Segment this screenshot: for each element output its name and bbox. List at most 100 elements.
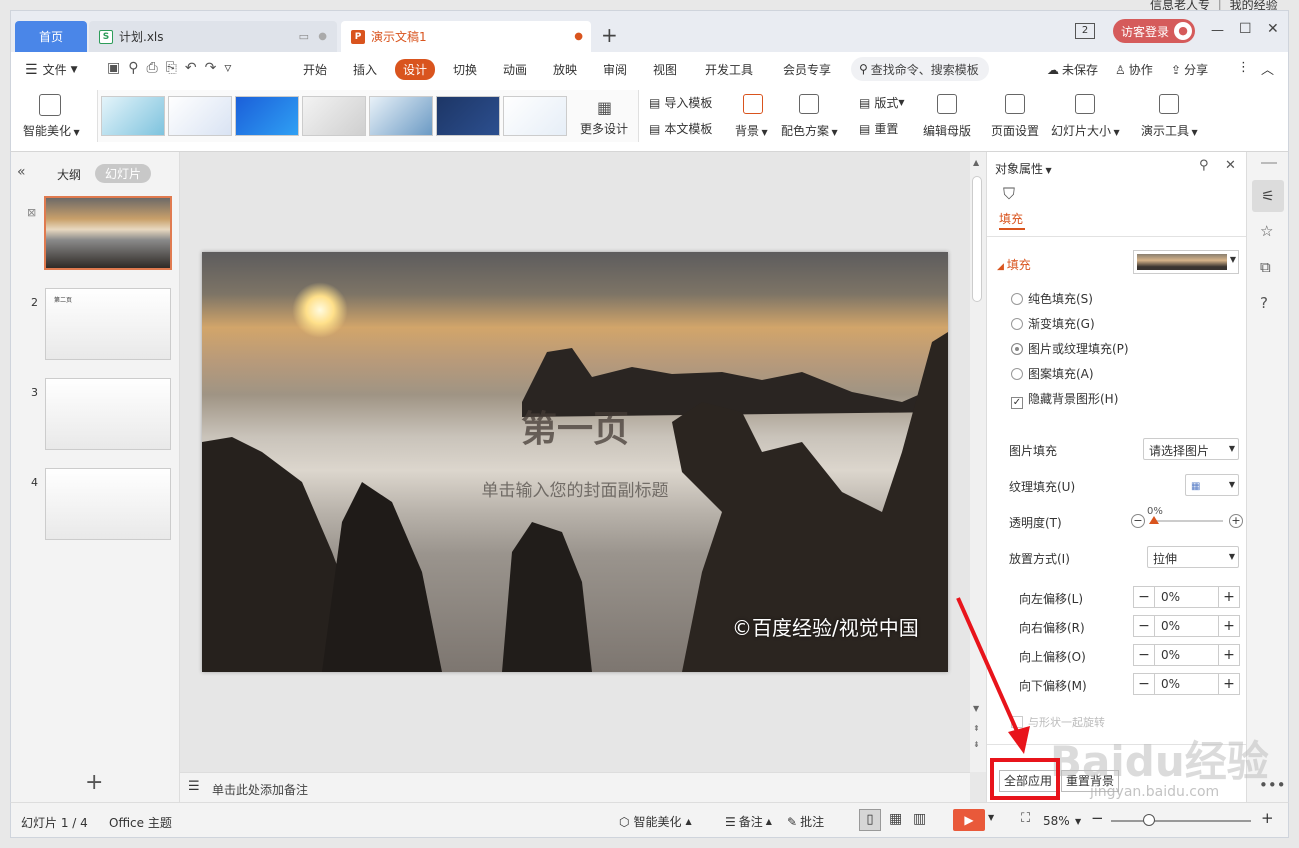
page-badge[interactable]: 2 bbox=[1075, 23, 1095, 39]
transparency-slider-handle[interactable] bbox=[1149, 516, 1159, 524]
tab-spreadsheet[interactable]: S 计划.xls ▭ ● bbox=[89, 21, 337, 52]
slide-thumb-3[interactable] bbox=[45, 378, 171, 450]
transparency-decrease[interactable]: − bbox=[1131, 514, 1145, 528]
offset-left-stepper[interactable]: −0% + bbox=[1133, 586, 1240, 608]
fill-section-toggle[interactable]: ◢ 填充 bbox=[997, 256, 1031, 273]
zoom-level[interactable]: 58% bbox=[1043, 814, 1070, 828]
monitor-icon[interactable]: ▭ bbox=[299, 30, 309, 43]
grid-icon[interactable]: ▦ bbox=[597, 98, 612, 117]
normal-view-icon[interactable]: ▯ bbox=[859, 809, 881, 831]
minus-icon[interactable]: − bbox=[1134, 616, 1154, 636]
template-thumb-4[interactable] bbox=[302, 96, 366, 136]
offset-right-value[interactable]: 0% bbox=[1154, 616, 1219, 636]
slide-size-icon[interactable] bbox=[1075, 94, 1095, 114]
more-design-button[interactable]: 更多设计 bbox=[580, 120, 628, 137]
tab-presentation[interactable]: P 演示文稿1 ● bbox=[341, 21, 591, 52]
plus-icon[interactable]: + bbox=[1219, 674, 1239, 694]
template-thumb-6[interactable] bbox=[436, 96, 500, 136]
page-setup-icon[interactable] bbox=[1005, 94, 1025, 114]
background-icon[interactable] bbox=[743, 94, 763, 114]
minus-icon[interactable]: − bbox=[1134, 645, 1154, 665]
help-icon[interactable]: ? bbox=[1260, 294, 1268, 312]
outline-tab[interactable]: 大纲 bbox=[57, 166, 81, 183]
guest-login-button[interactable]: 访客登录 ● bbox=[1113, 19, 1195, 43]
collab-button[interactable]: ♙ 协作 bbox=[1115, 61, 1153, 78]
slide-title[interactable]: 第一页 bbox=[202, 400, 948, 452]
offset-left-value[interactable]: 0% bbox=[1154, 587, 1219, 607]
template-thumb-2[interactable] bbox=[168, 96, 232, 136]
minus-icon[interactable]: − bbox=[1134, 674, 1154, 694]
offset-top-value[interactable]: 0% bbox=[1154, 645, 1219, 665]
pin-icon[interactable]: ⚲ bbox=[1199, 158, 1209, 173]
background-button[interactable]: 背景 ▼ bbox=[735, 122, 768, 139]
animation-star-icon[interactable]: ☆ bbox=[1260, 222, 1273, 240]
chevron-down-icon[interactable]: ▼ bbox=[988, 813, 994, 822]
panel-close-icon[interactable]: ✕ bbox=[1225, 158, 1236, 173]
menu-animation[interactable]: 动画 bbox=[503, 61, 527, 78]
import-template-button[interactable]: ▤ 导入模板 bbox=[649, 94, 712, 111]
status-smart-beautify[interactable]: ⬡ 智能美化 ▲ bbox=[619, 813, 692, 830]
command-search[interactable]: ⚲ 查找命令、搜索模板 bbox=[851, 57, 989, 81]
pattern-fill-option[interactable]: 图案填充(A) bbox=[1011, 365, 1094, 382]
status-comments-button[interactable]: ✎ 批注 bbox=[787, 813, 824, 830]
maximize-button[interactable]: ☐ bbox=[1239, 21, 1252, 37]
slide-thumb-1[interactable] bbox=[44, 196, 172, 270]
offset-top-stepper[interactable]: −0% + bbox=[1133, 644, 1240, 666]
minimize-button[interactable]: — bbox=[1211, 23, 1224, 38]
new-tab-button[interactable]: + bbox=[601, 23, 618, 47]
present-tools-icon[interactable] bbox=[1159, 94, 1179, 114]
file-menu[interactable]: ☰ 文件 ▼ bbox=[25, 61, 78, 78]
unsaved-status[interactable]: ☁ 未保存 bbox=[1047, 61, 1098, 78]
transparency-increase[interactable]: + bbox=[1229, 514, 1243, 528]
slide-subtitle[interactable]: 单击输入您的封面副标题 bbox=[202, 476, 948, 501]
menu-design[interactable]: 设计 bbox=[395, 59, 436, 80]
cube-icon[interactable] bbox=[39, 94, 61, 116]
scroll-up-icon[interactable]: ▲ bbox=[973, 158, 979, 167]
this-template-button[interactable]: ▤ 本文模板 bbox=[649, 120, 712, 137]
menu-insert[interactable]: 插入 bbox=[353, 61, 377, 78]
zoom-in-button[interactable]: + bbox=[1261, 809, 1274, 827]
slide-size-button[interactable]: 幻灯片大小 ▼ bbox=[1051, 122, 1120, 139]
transparency-slider[interactable] bbox=[1153, 520, 1223, 522]
slide-thumb-4[interactable] bbox=[45, 468, 171, 540]
theme-name[interactable]: Office 主题 bbox=[109, 814, 172, 831]
reset-button[interactable]: ▤ 重置 bbox=[859, 120, 898, 137]
zoom-out-button[interactable]: − bbox=[1091, 809, 1104, 827]
fill-preview-dropdown[interactable]: ▼ bbox=[1133, 250, 1239, 274]
reading-view-icon[interactable]: ▥ bbox=[913, 811, 926, 827]
solid-fill-option[interactable]: 纯色填充(S) bbox=[1011, 290, 1093, 307]
slides-tab[interactable]: 幻灯片 bbox=[95, 164, 152, 183]
menu-transition[interactable]: 切换 bbox=[453, 61, 477, 78]
status-notes-button[interactable]: ☰ 备注 ▲ bbox=[725, 813, 772, 830]
share-button[interactable]: ⇪ 分享 bbox=[1171, 61, 1208, 78]
offset-right-stepper[interactable]: −0% + bbox=[1133, 615, 1240, 637]
offset-bottom-stepper[interactable]: −0% + bbox=[1133, 673, 1240, 695]
minus-icon[interactable]: − bbox=[1134, 587, 1154, 607]
page-setup-button[interactable]: 页面设置 bbox=[991, 122, 1039, 139]
texture-fill-dropdown[interactable]: ▦ ▼ bbox=[1185, 474, 1239, 496]
notes-bar[interactable]: ☰ 单击此处添加备注 bbox=[180, 772, 970, 802]
template-thumb-3[interactable] bbox=[235, 96, 299, 136]
collapse-panel-icon[interactable]: « bbox=[17, 164, 26, 180]
color-scheme-button[interactable]: 配色方案 ▼ bbox=[781, 122, 838, 139]
panel-header[interactable]: 对象属性 ▼ bbox=[995, 160, 1052, 177]
more-icon[interactable]: ⋮ bbox=[1237, 60, 1250, 75]
slide-thumb-2[interactable]: 第二页 bbox=[45, 288, 171, 360]
plus-icon[interactable]: + bbox=[1219, 587, 1239, 607]
tab-dot-icon[interactable]: ● bbox=[318, 31, 327, 42]
menu-review[interactable]: 审阅 bbox=[603, 61, 627, 78]
gradient-fill-option[interactable]: 渐变填充(G) bbox=[1011, 315, 1095, 332]
smart-beautify-button[interactable]: 智能美化 ▼ bbox=[23, 122, 80, 139]
present-tools-button[interactable]: 演示工具 ▼ bbox=[1141, 122, 1198, 139]
zoom-slider[interactable] bbox=[1111, 820, 1251, 822]
picture-fill-dropdown[interactable]: 请选择图片 ▼ bbox=[1143, 438, 1239, 460]
scroll-thumb[interactable] bbox=[972, 176, 982, 302]
close-button[interactable]: ✕ bbox=[1267, 21, 1279, 37]
plus-icon[interactable]: + bbox=[1219, 645, 1239, 665]
plus-icon[interactable]: + bbox=[1219, 616, 1239, 636]
template-thumb-7[interactable] bbox=[503, 96, 567, 136]
quick-access-toolbar[interactable]: ▣⚲⎙⎘↶↷▿ bbox=[107, 60, 239, 76]
chevron-down-icon[interactable]: ▼ bbox=[1075, 817, 1081, 826]
hide-bg-checkbox[interactable]: ✓ 隐藏背景图形(H) bbox=[1011, 390, 1118, 409]
collapse-ribbon-icon[interactable]: ︿ bbox=[1261, 59, 1274, 78]
